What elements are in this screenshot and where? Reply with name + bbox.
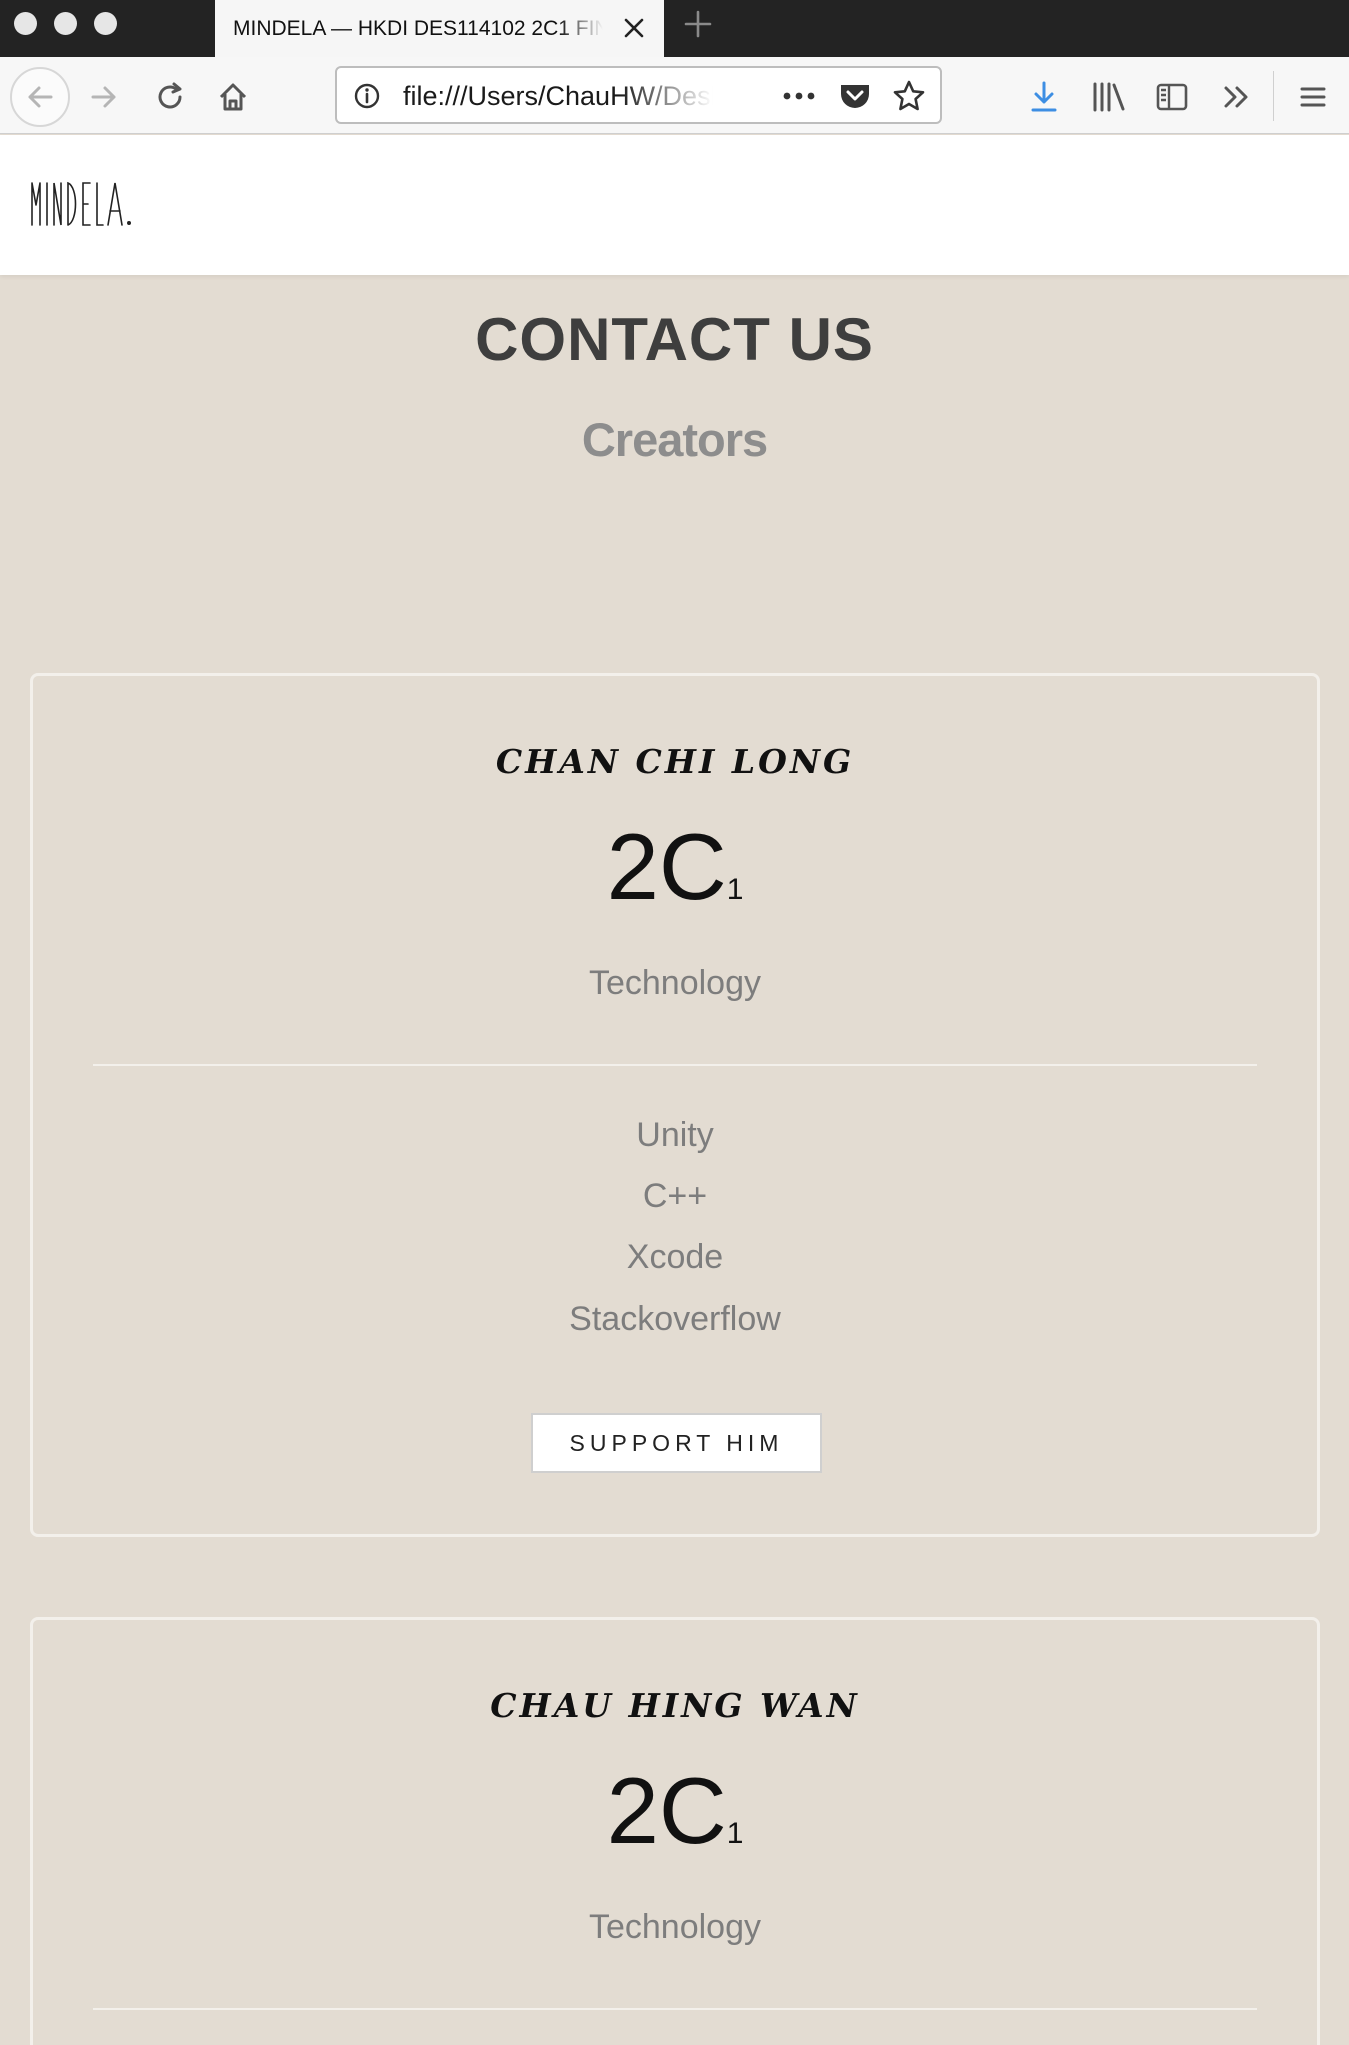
skill-item: Unity <box>636 1116 714 1154</box>
site-info-icon[interactable] <box>353 82 381 110</box>
back-arrow-icon <box>28 86 53 108</box>
support-button[interactable]: SUPPORT HIM <box>531 1413 822 1473</box>
reload-button[interactable] <box>150 77 190 117</box>
page-subtitle: Creators <box>581 413 768 466</box>
browser-titlebar: MINDELA — HKDI DES114102 2C1 FINAL <box>0 0 1349 57</box>
home-icon <box>219 83 247 111</box>
library-icon <box>1093 82 1125 112</box>
browser-toolbar: file:///Users/ChauHW/Desktop <box>0 57 1349 134</box>
app-menu-button[interactable] <box>1291 75 1335 119</box>
forward-arrow-icon <box>91 86 116 108</box>
bookmark-star-icon[interactable] <box>892 79 926 113</box>
back-button[interactable] <box>10 67 70 127</box>
creator-card: CHAN CHI LONG 2C1 Technology Unity C++ X… <box>30 673 1320 1537</box>
site-logo[interactable] <box>30 177 136 227</box>
reload-icon <box>158 82 182 109</box>
creator-class: 2C1 <box>33 1764 1317 1858</box>
class-sub: 1 <box>726 873 744 906</box>
pocket-icon[interactable] <box>838 79 872 113</box>
card-divider <box>93 2008 1257 2010</box>
page-title: CONTACT US <box>475 306 874 373</box>
creator-card: CHAU HING WAN 2C1 Technology <box>30 1617 1320 2045</box>
maximize-window-button[interactable] <box>94 12 117 35</box>
url-text[interactable]: file:///Users/ChauHW/Desktop <box>403 81 713 112</box>
hamburger-icon <box>1300 87 1326 107</box>
address-bar[interactable]: file:///Users/ChauHW/Desktop <box>335 66 942 124</box>
new-tab-icon[interactable] <box>682 8 714 40</box>
creator-class: 2C1 <box>33 820 1317 914</box>
home-button[interactable] <box>213 77 253 117</box>
sidebar-button[interactable] <box>1150 75 1194 119</box>
site-header <box>0 135 1349 275</box>
download-arrow-icon <box>1031 81 1057 112</box>
skill-item: C++ <box>642 1177 708 1215</box>
sidebar-icon <box>1156 83 1188 111</box>
library-button[interactable] <box>1086 75 1130 119</box>
creator-department: Technology <box>588 964 761 1002</box>
overflow-menu-button[interactable] <box>1214 75 1258 119</box>
double-chevron-icon <box>1224 86 1248 108</box>
browser-tab[interactable]: MINDELA — HKDI DES114102 2C1 FINAL <box>215 0 664 57</box>
creator-department: Technology <box>588 1908 761 1946</box>
downloads-button[interactable] <box>1022 75 1066 119</box>
class-main: 2C <box>606 1758 727 1863</box>
skill-item: Stackoverflow <box>569 1300 781 1338</box>
class-sub: 1 <box>726 1817 744 1850</box>
page-actions-icon[interactable] <box>781 86 817 106</box>
toolbar-separator <box>1273 71 1274 121</box>
skill-item: Xcode <box>626 1238 724 1276</box>
class-main: 2C <box>606 814 727 919</box>
creator-name: CHAN CHI LONG <box>495 742 855 781</box>
close-window-button[interactable] <box>14 12 37 35</box>
close-tab-icon[interactable] <box>620 14 648 42</box>
card-divider <box>93 1064 1257 1066</box>
tab-title: MINDELA — HKDI DES114102 2C1 FINAL <box>233 16 603 40</box>
creator-name: CHAU HING WAN <box>490 1686 860 1725</box>
minimize-window-button[interactable] <box>54 12 77 35</box>
forward-button[interactable] <box>84 77 124 117</box>
